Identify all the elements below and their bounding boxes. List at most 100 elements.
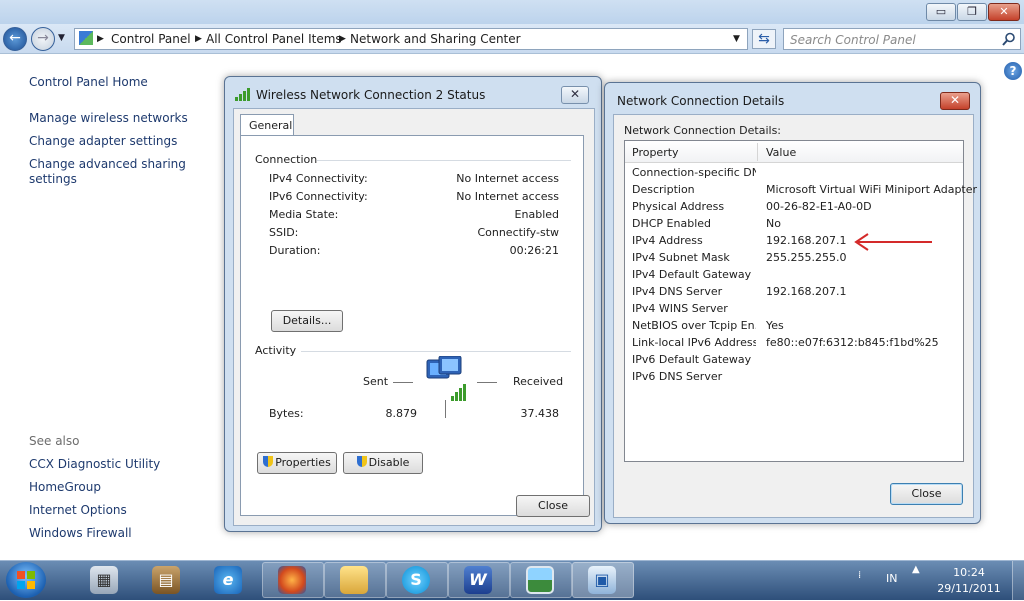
network-computers-icon (426, 356, 466, 401)
details-dialog-close-icon[interactable]: ✕ (940, 92, 970, 110)
details-row[interactable]: DHCP Enabled No (625, 215, 963, 232)
details-button[interactable]: Details... (271, 310, 343, 332)
details-row[interactable]: IPv6 Default Gateway (625, 351, 963, 368)
details-close-button[interactable]: Close (890, 483, 963, 505)
breadcrumb-all-items[interactable]: All Control Panel Items (206, 32, 342, 46)
breadcrumb-separator-icon: ▶ (195, 34, 202, 44)
window-titlebar (0, 0, 1024, 24)
search-input[interactable]: Search Control Panel (783, 28, 1021, 50)
change-advanced-sharing-link-line2[interactable]: settings (29, 172, 77, 187)
details-row-property: NetBIOS over Tcpip En... (632, 319, 756, 332)
details-row[interactable]: IPv4 Subnet Mask 255.255.255.0 (625, 249, 963, 266)
media-state-label: Media State: (269, 208, 339, 221)
details-row[interactable]: Link-local IPv6 Address fe80::e07f:6312:b… (625, 334, 963, 351)
media-state-value: Enabled (514, 208, 559, 221)
language-bar-handle-icon[interactable]: ⁞ (858, 570, 861, 581)
internet-explorer-icon[interactable]: e (214, 566, 242, 594)
details-row-value: 00-26-82-E1-A0-0D (766, 200, 872, 213)
details-row[interactable]: Physical Address 00-26-82-E1-A0-0D (625, 198, 963, 215)
manage-wireless-link[interactable]: Manage wireless networks (29, 111, 188, 126)
received-line (477, 382, 497, 383)
clock-date[interactable]: 29/11/2011 (930, 582, 1008, 595)
minimize-button[interactable]: ▭ (926, 3, 956, 21)
divider (317, 160, 571, 161)
details-row-property: DHCP Enabled (632, 217, 712, 230)
word-icon[interactable]: W (464, 566, 492, 594)
shield-icon (356, 456, 367, 467)
book-icon[interactable]: ▤ (152, 566, 180, 594)
address-dropdown-icon[interactable]: ▼ (733, 34, 740, 44)
show-desktop-button[interactable] (1012, 561, 1024, 600)
details-row-property: IPv4 Address (632, 234, 703, 247)
details-row[interactable]: IPv4 Default Gateway (625, 266, 963, 283)
properties-button-label: Properties (275, 456, 331, 469)
activity-heading: Activity (255, 344, 297, 357)
details-row[interactable]: IPv6 DNS Server (625, 368, 963, 385)
back-arrow-icon[interactable]: ← (3, 27, 27, 51)
breadcrumb-network-sharing[interactable]: Network and Sharing Center (350, 32, 521, 46)
change-advanced-sharing-link[interactable]: Change advanced sharing (29, 157, 186, 172)
control-panel-icon (79, 31, 93, 45)
start-button[interactable] (6, 562, 46, 598)
ccx-diagnostic-link[interactable]: CCX Diagnostic Utility (29, 457, 160, 472)
details-row-value: 192.168.207.1 (766, 234, 847, 247)
forward-arrow-icon[interactable]: → (31, 27, 55, 51)
help-icon[interactable]: ? (1004, 62, 1022, 80)
details-row[interactable]: NetBIOS over Tcpip En... Yes (625, 317, 963, 334)
ipv4-connectivity-label: IPv4 Connectivity: (269, 172, 368, 185)
duration-label: Duration: (269, 244, 321, 257)
clock-time[interactable]: 10:24 (930, 566, 1008, 579)
column-header-value[interactable]: Value (766, 146, 796, 159)
sent-line (393, 382, 413, 383)
windows-firewall-link[interactable]: Windows Firewall (29, 526, 132, 541)
status-dialog-body: General Connection IPv4 Connectivity: No… (233, 108, 595, 526)
refresh-icon[interactable]: ⇆ (752, 29, 776, 49)
internet-options-link[interactable]: Internet Options (29, 503, 127, 518)
windows-logo-icon (17, 571, 35, 589)
folder-icon[interactable] (340, 566, 368, 594)
status-dialog-close-icon[interactable]: ✕ (561, 86, 589, 104)
details-row[interactable]: IPv4 DNS Server 192.168.207.1 (625, 283, 963, 300)
skype-icon[interactable]: S (402, 566, 430, 594)
details-row[interactable]: Description Microsoft Virtual WiFi Minipo… (625, 181, 977, 198)
details-row-property: Description (632, 183, 695, 196)
divider (301, 351, 571, 352)
details-row[interactable]: IPv4 WINS Server (625, 300, 963, 317)
details-dialog-title: Network Connection Details (617, 94, 785, 108)
change-adapter-link[interactable]: Change adapter settings (29, 134, 177, 149)
search-icon[interactable] (1002, 32, 1016, 46)
details-dialog-body: Network Connection Details: Property Val… (613, 114, 977, 518)
control-panel-home-link[interactable]: Control Panel Home (29, 75, 148, 90)
details-row-value: No (766, 217, 781, 230)
details-row-value: 255.255.255.0 (766, 251, 847, 264)
tray-expand-icon[interactable]: ▲ (912, 564, 920, 575)
maximize-button[interactable]: ❐ (957, 3, 987, 21)
shield-icon (263, 456, 274, 467)
breadcrumb-control-panel[interactable]: Control Panel (111, 32, 191, 46)
details-row-property: IPv4 WINS Server (632, 302, 728, 315)
column-header-property[interactable]: Property (632, 146, 679, 159)
properties-button[interactable]: Properties (257, 452, 337, 474)
details-list-header: Property Value (625, 141, 963, 163)
address-bar[interactable]: ▶ Control Panel ▶ All Control Panel Item… (74, 28, 748, 50)
control-panel-taskbar-icon[interactable]: ▣ (588, 566, 616, 594)
column-divider[interactable] (757, 143, 758, 161)
language-indicator[interactable]: IN (886, 572, 897, 585)
picture-viewer-icon[interactable] (526, 566, 554, 594)
details-row-property: Physical Address (632, 200, 725, 213)
firefox-icon[interactable] (278, 566, 306, 594)
recent-pages-dropdown[interactable]: ▼ (58, 33, 65, 43)
details-row[interactable]: Connection-specific DN... (625, 164, 963, 181)
calculator-icon[interactable]: ▦ (90, 566, 118, 594)
tab-general[interactable]: General (240, 114, 294, 136)
see-also-heading: See also (29, 434, 80, 448)
details-row-value: Yes (766, 319, 784, 332)
details-row-value: fe80::e07f:6312:b845:f1bd%25 (766, 336, 939, 349)
disable-button[interactable]: Disable (343, 452, 423, 474)
homegroup-link[interactable]: HomeGroup (29, 480, 101, 495)
details-list[interactable]: Property Value Connection-specific DN...… (624, 140, 977, 462)
status-close-button[interactable]: Close (516, 495, 590, 517)
signal-strength-icon (235, 88, 250, 101)
details-row-property: IPv6 Default Gateway (632, 353, 752, 366)
close-window-button[interactable]: ✕ (988, 3, 1020, 21)
